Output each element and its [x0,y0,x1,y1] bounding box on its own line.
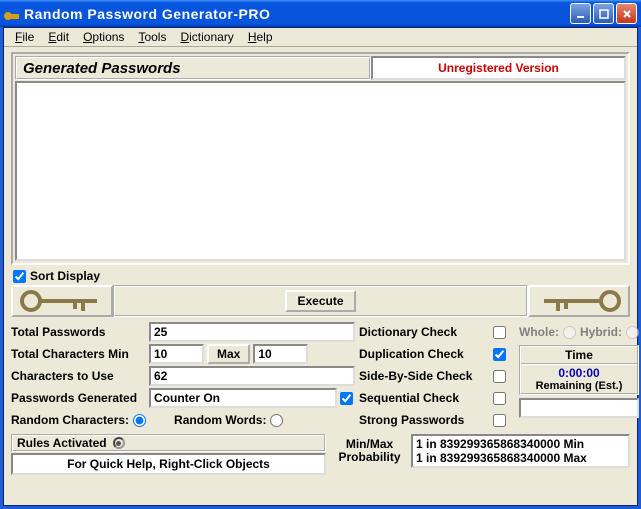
menu-help[interactable]: Help [241,29,280,45]
menubar: File Edit Options Tools Dictionary Help [4,28,637,47]
total-passwords-input[interactable] [149,322,355,342]
chars-max-input[interactable] [253,344,308,364]
sbs-check-label: Side-By-Side Check [359,369,493,383]
rules-indicator-icon [113,437,125,449]
dup-check[interactable] [493,348,506,361]
key-button-right[interactable] [528,285,630,317]
chars-min-input[interactable] [149,344,204,364]
dict-check[interactable] [493,326,506,339]
whole-radio [563,326,576,339]
app-icon [4,6,20,22]
time-header: Time [521,347,637,365]
menu-dictionary[interactable]: Dictionary [173,29,240,45]
total-chars-min-label: Total Characters Min [11,347,149,361]
dup-check-label: Duplication Check [359,347,493,361]
random-words-radio[interactable] [270,414,283,427]
random-chars-label: Random Characters: [11,413,129,427]
random-chars-radio[interactable] [133,414,146,427]
menu-tools[interactable]: Tools [131,29,173,45]
window-title: Random Password Generator-PRO [24,6,570,22]
time-box: Time 0:00:00 Remaining (Est.) [519,345,639,395]
chars-to-use-label: Characters to Use [11,369,149,383]
seq-check-label: Sequential Check [359,391,493,405]
rules-label: Rules Activated [17,436,107,450]
chars-to-use-input[interactable] [149,366,355,386]
minimize-button[interactable] [570,3,591,24]
titlebar: Random Password Generator-PRO [0,0,641,27]
prob-values: 1 in 839299365868340000 Min 1 in 8392993… [411,434,630,468]
seq-check[interactable] [493,392,506,405]
pwds-generated-label: Passwords Generated [11,391,149,405]
hybrid-label: Hybrid: [580,325,622,339]
sbs-check[interactable] [493,370,506,383]
close-button[interactable] [616,3,637,24]
panel-title: Generated Passwords [15,56,371,80]
time-extra-box [519,398,639,418]
sort-display-checkbox[interactable] [13,270,26,283]
max-button[interactable]: Max [207,344,250,364]
hint-text: For Quick Help, Right-Click Objects [11,453,326,475]
menu-options[interactable]: Options [76,29,131,45]
total-passwords-label: Total Passwords [11,325,149,339]
maximize-button[interactable] [593,3,614,24]
hybrid-radio [626,326,639,339]
dict-check-label: Dictionary Check [359,325,493,339]
whole-label: Whole: [519,325,559,339]
time-remaining-label: Remaining (Est.) [521,380,637,392]
password-list[interactable] [15,81,626,261]
pwds-generated-input[interactable] [149,388,337,408]
prob-label: Min/MaxProbability [332,438,407,464]
registration-status: Unregistered Version [371,56,626,80]
strong-check-label: Strong Passwords [359,413,493,427]
menu-file[interactable]: File [8,29,41,45]
key-button-left[interactable] [11,285,113,317]
sort-display-label: Sort Display [30,269,100,283]
strong-check[interactable] [493,414,506,427]
time-value: 0:00:00 [521,366,637,380]
execute-button[interactable]: Execute [285,290,355,312]
menu-edit[interactable]: Edit [41,29,76,45]
random-words-label: Random Words: [174,413,266,427]
counter-checkbox[interactable] [340,392,353,405]
